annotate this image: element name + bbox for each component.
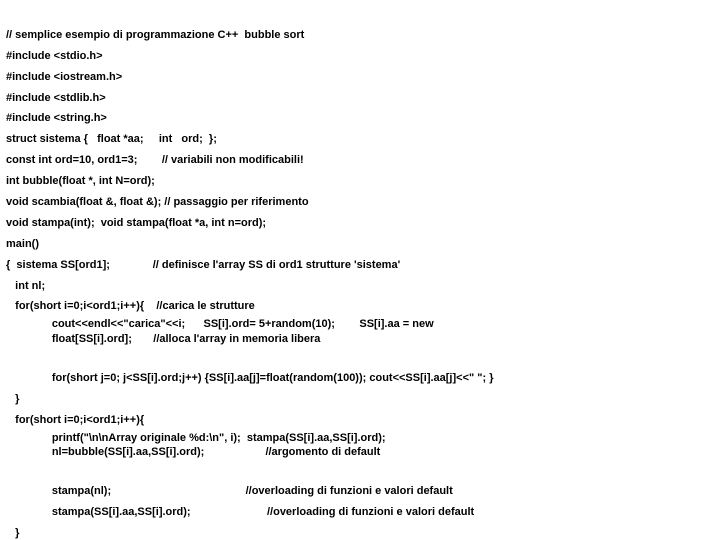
code-line: } xyxy=(6,527,19,539)
code-line: #include <iostream.h> xyxy=(6,71,122,83)
code-line: float[SS[i].ord]; //alloca l'array in me… xyxy=(6,332,714,347)
code-line: cout<<endl<<"carica"<<i; SS[i].ord= 5+ra… xyxy=(6,317,714,332)
code-line: #include <stdlib.h> xyxy=(6,92,106,104)
code-line: for(short i=0;i<ord1;i++){ xyxy=(6,414,144,426)
code-line: const int ord=10, ord1=3; // variabili n… xyxy=(6,154,304,166)
code-line: int bubble(float *, int N=ord); xyxy=(6,175,155,187)
code-line: #include <stdio.h> xyxy=(6,50,103,62)
code-line: void stampa(int); void stampa(float *a, … xyxy=(6,217,266,229)
code-line: { sistema SS[ord1]; // definisce l'array… xyxy=(6,259,400,271)
code-line: nl=bubble(SS[i].aa,SS[i].ord); //argomen… xyxy=(6,445,714,460)
code-line: stampa(nl); //overloading di funzioni e … xyxy=(6,485,453,497)
code-line: // semplice esempio di programmazione C+… xyxy=(6,29,304,41)
code-line: #include <string.h> xyxy=(6,112,107,124)
code-line: for(short i=0;i<ord1;i++){ //carica le s… xyxy=(6,300,255,312)
code-line: void scambia(float &, float &); // passa… xyxy=(6,196,309,208)
code-line: int nl; xyxy=(6,280,45,292)
code-block: // semplice esempio di programmazione C+… xyxy=(0,0,720,540)
code-line: main() xyxy=(6,238,39,250)
code-line: } xyxy=(6,393,19,405)
code-line: stampa(SS[i].aa,SS[i].ord); //overloadin… xyxy=(6,506,474,518)
code-line: for(short j=0; j<SS[i].ord;j++) {SS[i].a… xyxy=(6,372,494,384)
code-line: printf("\n\nArray originale %d:\n", i); … xyxy=(6,431,714,446)
code-line: struct sistema { float *aa; int ord; }; xyxy=(6,133,217,145)
